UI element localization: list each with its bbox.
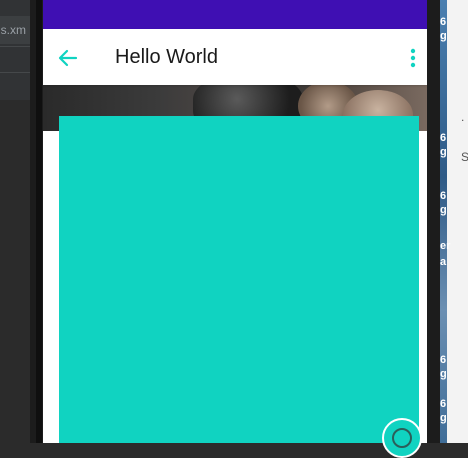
adjacent-text: 6 <box>440 398 447 410</box>
more-vert-icon <box>410 48 416 68</box>
adjacent-text: 6 <box>440 354 447 366</box>
adjacent-mark: . <box>461 110 465 124</box>
adjacent-text: a <box>440 256 447 268</box>
adjacent-text: g <box>440 30 447 42</box>
ide-file-tab[interactable]: s.xm <box>0 16 30 44</box>
adjacent-text: 6 <box>440 132 447 144</box>
ide-editor-panel: s.xm <box>0 0 30 443</box>
adjacent-text: 6 <box>440 16 447 28</box>
adjacent-text: g <box>440 204 447 216</box>
device-bezel <box>36 0 42 443</box>
adjacent-text: 6 <box>440 190 447 202</box>
circle-icon <box>392 428 412 448</box>
ide-divider <box>0 46 30 47</box>
floating-action-button[interactable] <box>382 418 422 458</box>
arrow-back-icon <box>58 49 78 67</box>
ide-editor-area <box>0 100 30 443</box>
content-card <box>59 116 419 443</box>
adjacent-text: g <box>440 368 447 380</box>
app-bar: Hello World <box>43 29 427 85</box>
ide-file-tab-label: s.xm <box>0 23 26 37</box>
app-title: Hello World <box>115 46 218 68</box>
adjacent-text: g <box>440 146 447 158</box>
overflow-menu-button[interactable] <box>403 45 423 71</box>
adjacent-text: er <box>440 240 451 252</box>
status-bar <box>43 0 427 29</box>
back-button[interactable] <box>55 45 81 71</box>
adjacent-text: g <box>440 412 447 424</box>
ide-divider <box>0 72 30 73</box>
adjacent-mark: S <box>461 150 468 164</box>
